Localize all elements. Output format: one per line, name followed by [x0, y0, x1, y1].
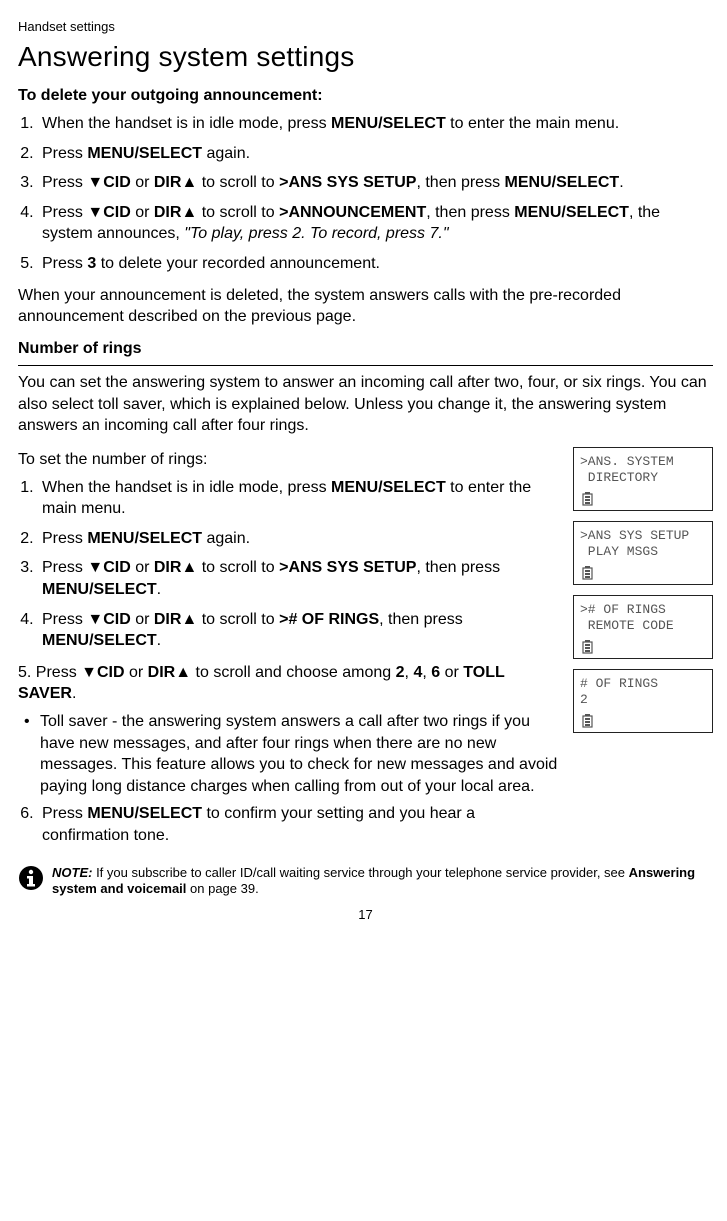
- r-step-5: 5. Press ▼CID or DIR▲ to scroll and choo…: [0, 662, 559, 798]
- r-step-2: Press MENU/SELECT again.: [38, 528, 559, 550]
- divider: [18, 365, 713, 366]
- step-5: Press 3 to delete your recorded announce…: [38, 253, 713, 275]
- page-number: 17: [18, 906, 713, 924]
- set-rings-steps: When the handset is in idle mode, press …: [18, 477, 559, 652]
- set-rings-steps-cont: Press MENU/SELECT to confirm your settin…: [18, 803, 559, 846]
- section1-trailer: When your announcement is deleted, the s…: [18, 285, 713, 328]
- running-header: Handset settings: [18, 18, 713, 36]
- delete-steps-list: When the handset is in idle mode, press …: [18, 113, 713, 275]
- r-step-4: Press ▼CID or DIR▲ to scroll to ># OF RI…: [38, 609, 559, 652]
- r-step-6: Press MENU/SELECT to confirm your settin…: [38, 803, 559, 846]
- battery-icon: [582, 492, 594, 506]
- r-step-1: When the handset is in idle mode, press …: [38, 477, 559, 520]
- section-rings-heading: Number of rings: [18, 338, 713, 360]
- lcd-screen-1: >ANS. SYSTEM DIRECTORY: [573, 447, 713, 511]
- step-2: Press MENU/SELECT again.: [38, 143, 713, 165]
- r-step-3: Press ▼CID or DIR▲ to scroll to >ANS SYS…: [38, 557, 559, 600]
- note-text: NOTE: If you subscribe to caller ID/call…: [52, 865, 713, 899]
- section2-intro: You can set the answering system to answ…: [18, 372, 713, 437]
- step-1: When the handset is in idle mode, press …: [38, 113, 713, 135]
- battery-icon: [582, 640, 594, 654]
- lcd-screen-4: # OF RINGS2: [573, 669, 713, 733]
- set-line: To set the number of rings:: [18, 449, 559, 471]
- info-icon: [18, 865, 44, 891]
- lcd-screen-3: ># OF RINGS REMOTE CODE: [573, 595, 713, 659]
- step-3: Press ▼CID or DIR▲ to scroll to >ANS SYS…: [38, 172, 713, 194]
- toll-saver-bullet: Toll saver - the answering system answer…: [40, 711, 559, 797]
- section-delete-heading: To delete your outgoing announcement:: [18, 85, 713, 107]
- step-4: Press ▼CID or DIR▲ to scroll to >ANNOUNC…: [38, 202, 713, 245]
- battery-icon: [582, 566, 594, 580]
- battery-icon: [582, 714, 594, 728]
- page-title: Answering system settings: [18, 38, 713, 76]
- lcd-screen-2: >ANS SYS SETUP PLAY MSGS: [573, 521, 713, 585]
